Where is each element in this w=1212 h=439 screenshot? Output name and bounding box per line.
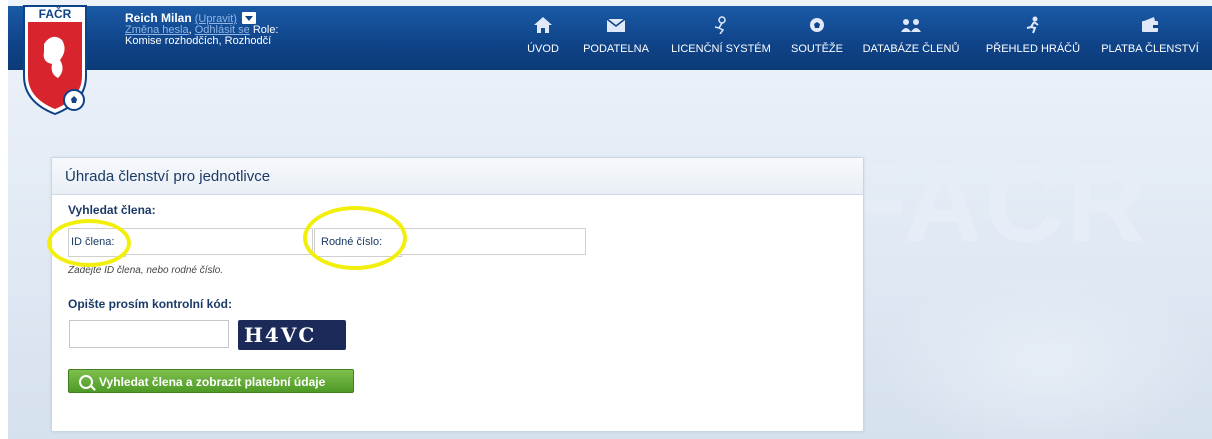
captcha-image: H4VC: [238, 320, 346, 350]
mail-icon: [606, 18, 626, 32]
nav-label: SOUTĚŽE: [791, 43, 843, 55]
top-header: Reich Milan (Upravit) Změna hesla, Odhlá…: [8, 6, 1212, 70]
ball-icon: [810, 18, 824, 32]
search-icon: [79, 375, 93, 389]
page: FAČR Reich Milan (Upravit) Změna hesla, …: [0, 0, 1212, 439]
logo-text: FAČR: [39, 6, 72, 21]
user-name: Reich Milan: [125, 11, 192, 25]
nav-item-prehled-hracu[interactable]: PŘEHLED HRÁČŮ: [982, 6, 1084, 70]
panel-title: Úhrada členství pro jednotlivce: [65, 168, 271, 185]
licence-icon: [714, 16, 726, 34]
watermark-emblem: [880, 260, 1210, 439]
player-icon: [1026, 16, 1039, 34]
nav-label: ÚVOD: [527, 43, 559, 55]
captcha-image-text: H4VC: [244, 323, 317, 347]
nav-label: PLATBA ČLENSTVÍ: [1101, 43, 1199, 55]
nav-label: PODATELNA: [583, 43, 649, 55]
left-border: [0, 0, 8, 439]
panel-header: Úhrada členství pro jednotlivce: [52, 158, 863, 195]
search-member-button[interactable]: Vyhledat člena a zobrazit platební údaje: [68, 369, 354, 393]
membership-payment-panel: Úhrada členství pro jednotlivce Vyhledat…: [51, 157, 864, 432]
wallet-icon: [1142, 17, 1158, 32]
highlight-member-id: [47, 219, 131, 267]
member-id-input[interactable]: [124, 228, 313, 255]
nav-item-uvod[interactable]: ÚVOD: [524, 6, 562, 70]
nav-item-souteze[interactable]: SOUTĚŽE: [784, 6, 850, 70]
members-icon: [901, 19, 921, 32]
nav-item-platba-clenstvi[interactable]: PLATBA ČLENSTVÍ: [1096, 6, 1204, 70]
watermark-text: FAČR: [840, 142, 1148, 265]
search-member-button-label: Vyhledat člena a zobrazit platební údaje: [99, 375, 326, 389]
nav-item-licencni-system[interactable]: LICENČNÍ SYSTÉM: [664, 6, 778, 70]
nav-label: LICENČNÍ SYSTÉM: [671, 43, 771, 55]
captcha-heading: Opište prosím kontrolní kód:: [68, 297, 233, 311]
captcha-input[interactable]: [69, 320, 229, 348]
nav-item-podatelna[interactable]: PODATELNA: [576, 6, 656, 70]
search-heading: Vyhledat člena:: [68, 203, 156, 217]
highlight-birth-number: [303, 206, 407, 270]
home-icon: [534, 17, 552, 33]
nav-label: DATABÁZE ČLENŮ: [862, 43, 960, 55]
birth-number-input[interactable]: [400, 228, 586, 255]
nav-label: PŘEHLED HRÁČŮ: [985, 43, 1081, 55]
facr-logo[interactable]: FAČR: [22, 4, 88, 116]
user-info: Reich Milan (Upravit) Změna hesla, Odhlá…: [125, 11, 279, 47]
role-value: Komise rozhodčích, Rozhodčí: [125, 35, 272, 47]
user-menu-dropdown-icon[interactable]: [241, 12, 256, 24]
nav-item-databaze-clenu[interactable]: DATABÁZE ČLENŮ: [856, 6, 966, 70]
